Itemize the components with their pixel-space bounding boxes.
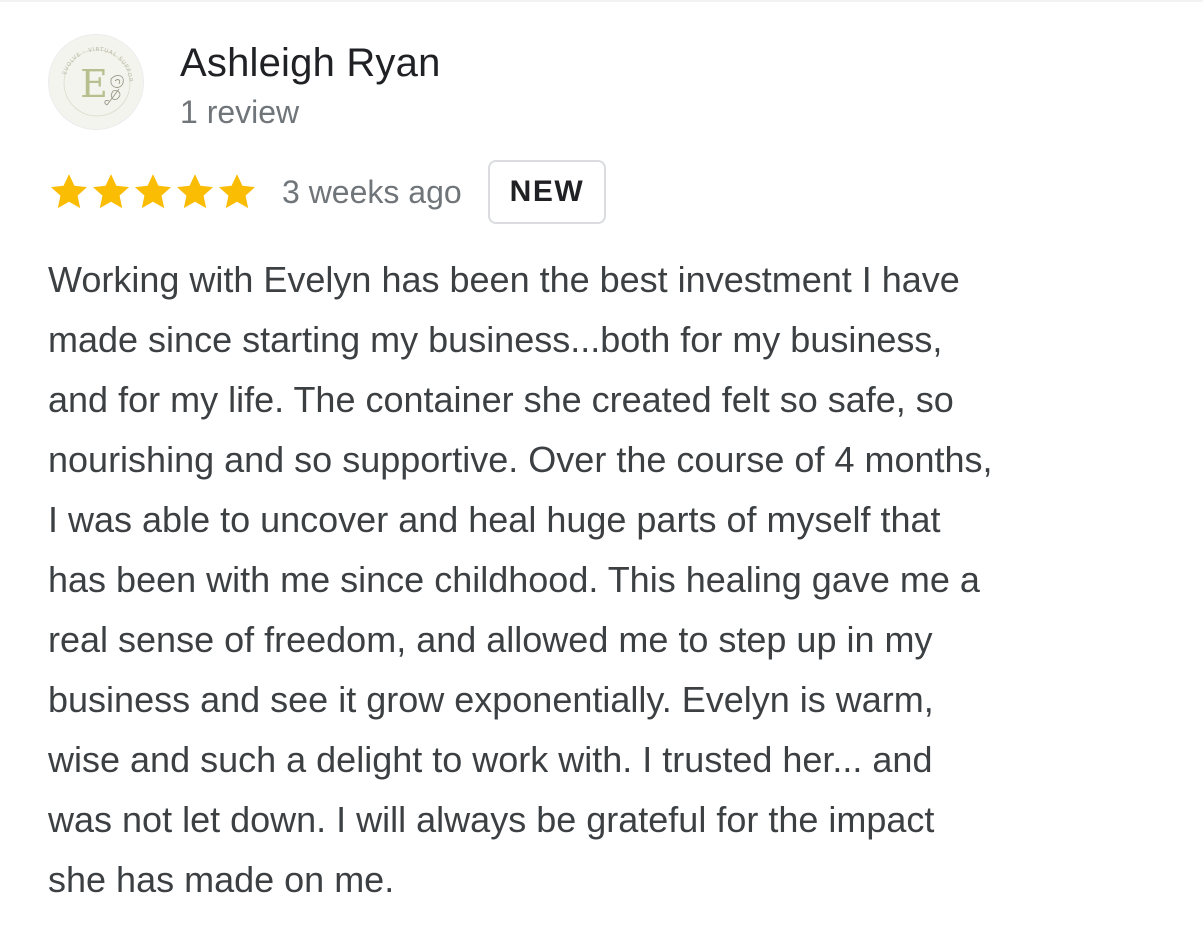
reviewer-review-count[interactable]: 1 review bbox=[180, 92, 441, 132]
star-rating bbox=[48, 171, 258, 213]
reviewer-name[interactable]: Ashleigh Ryan bbox=[180, 40, 441, 86]
avatar[interactable]: EVOLVE · VIRTUAL SUPPORT E bbox=[48, 34, 144, 130]
divider bbox=[0, 0, 1203, 2]
star-icon bbox=[176, 174, 214, 209]
star-icon bbox=[92, 174, 130, 209]
star-icon bbox=[50, 174, 88, 209]
avatar-letter: E bbox=[80, 62, 108, 106]
review-text: Working with Evelyn has been the best in… bbox=[48, 259, 993, 900]
star-icon bbox=[218, 174, 256, 209]
review-time: 3 weeks ago bbox=[282, 174, 462, 210]
logo-avatar-icon: EVOLVE · VIRTUAL SUPPORT E bbox=[49, 35, 132, 117]
new-badge: NEW bbox=[487, 160, 607, 224]
review-meta: 3 weeks ago NEW bbox=[48, 160, 607, 224]
review-card: EVOLVE · VIRTUAL SUPPORT E Ashleigh Ryan… bbox=[0, 0, 1203, 944]
reviewer-info: Ashleigh Ryan 1 review bbox=[180, 40, 441, 132]
star-icon bbox=[134, 174, 172, 209]
review-header: EVOLVE · VIRTUAL SUPPORT E Ashleigh Ryan… bbox=[48, 34, 441, 132]
